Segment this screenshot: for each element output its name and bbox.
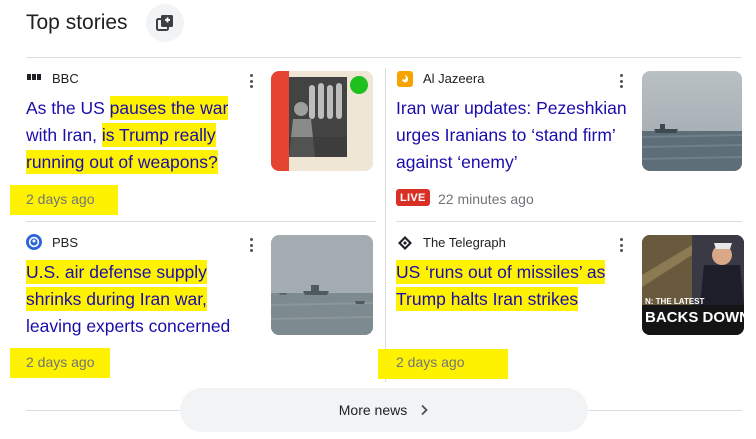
- story-title-link[interactable]: U.S. air defense supply shrinks during I…: [26, 259, 258, 340]
- thumb-overlay-text: BACKS DOWN: [645, 309, 744, 326]
- story-source: PBS: [52, 235, 79, 250]
- story-title-link[interactable]: As the US pauses the war with Iran, is T…: [26, 95, 258, 176]
- more-options-icon[interactable]: [243, 236, 259, 254]
- thumb-overlay-text: N: THE LATEST: [645, 297, 705, 306]
- title-part-highlighted: running out of weapons?: [26, 150, 218, 174]
- story-source: The Telegraph: [423, 235, 506, 250]
- title-part: leaving experts concerned: [26, 316, 231, 336]
- row-divider-left: [26, 221, 376, 222]
- more-options-icon[interactable]: [243, 72, 259, 90]
- live-badge: LIVE: [396, 189, 430, 206]
- story-time: 22 minutes ago: [438, 191, 534, 207]
- more-options-icon[interactable]: [613, 236, 629, 254]
- story-time: 2 days ago: [26, 354, 95, 370]
- more-news-label: More news: [338, 402, 408, 418]
- column-divider: [385, 68, 386, 382]
- story-time: 2 days ago: [396, 354, 465, 370]
- live-badge-label: LIVE: [400, 191, 426, 204]
- title-part-highlighted: pauses the war: [109, 96, 229, 120]
- title-part-highlighted: Trump halts Iran strikes: [396, 287, 579, 311]
- story-source: Al Jazeera: [423, 71, 485, 86]
- story-time: 2 days ago: [26, 191, 95, 207]
- story-thumbnail[interactable]: [271, 71, 373, 171]
- bbc-logo-icon: [27, 74, 41, 80]
- page-title: Top stories: [26, 11, 128, 34]
- top-stories-header: Top stories: [26, 10, 128, 36]
- header-divider: [26, 57, 742, 58]
- story-title-link[interactable]: Iran war updates: Pezeshkian urges Irani…: [396, 95, 632, 176]
- story-thumbnail[interactable]: [642, 71, 742, 171]
- story-source: BBC: [52, 71, 79, 86]
- story-thumbnail[interactable]: N: THE LATEST BACKS DOWN: [642, 235, 744, 335]
- title-part-highlighted: is Trump really: [101, 123, 216, 147]
- title-part: Iran war updates: Pezeshkian urges Irani…: [396, 98, 627, 172]
- more-options-icon[interactable]: [613, 72, 629, 90]
- chevron-right-icon: [419, 404, 429, 416]
- al-jazeera-logo-icon: [397, 71, 413, 87]
- title-part-highlighted: shrinks during Iran war,: [26, 287, 207, 311]
- title-part: with Iran,: [26, 125, 102, 145]
- title-part: As the US: [26, 98, 110, 118]
- stacked-cards-icon[interactable]: [146, 4, 184, 42]
- more-news-button[interactable]: More news: [180, 388, 588, 432]
- pbs-logo-icon: [26, 234, 42, 250]
- telegraph-logo-icon: [397, 235, 413, 251]
- title-part-highlighted: U.S. air defense supply: [26, 260, 207, 284]
- title-part-highlighted: US ‘runs out of missiles’ as: [396, 260, 606, 284]
- story-title-link[interactable]: US ‘runs out of missiles’ as Trump halts…: [396, 259, 632, 313]
- story-thumbnail[interactable]: [271, 235, 373, 335]
- row-divider-right: [396, 221, 742, 222]
